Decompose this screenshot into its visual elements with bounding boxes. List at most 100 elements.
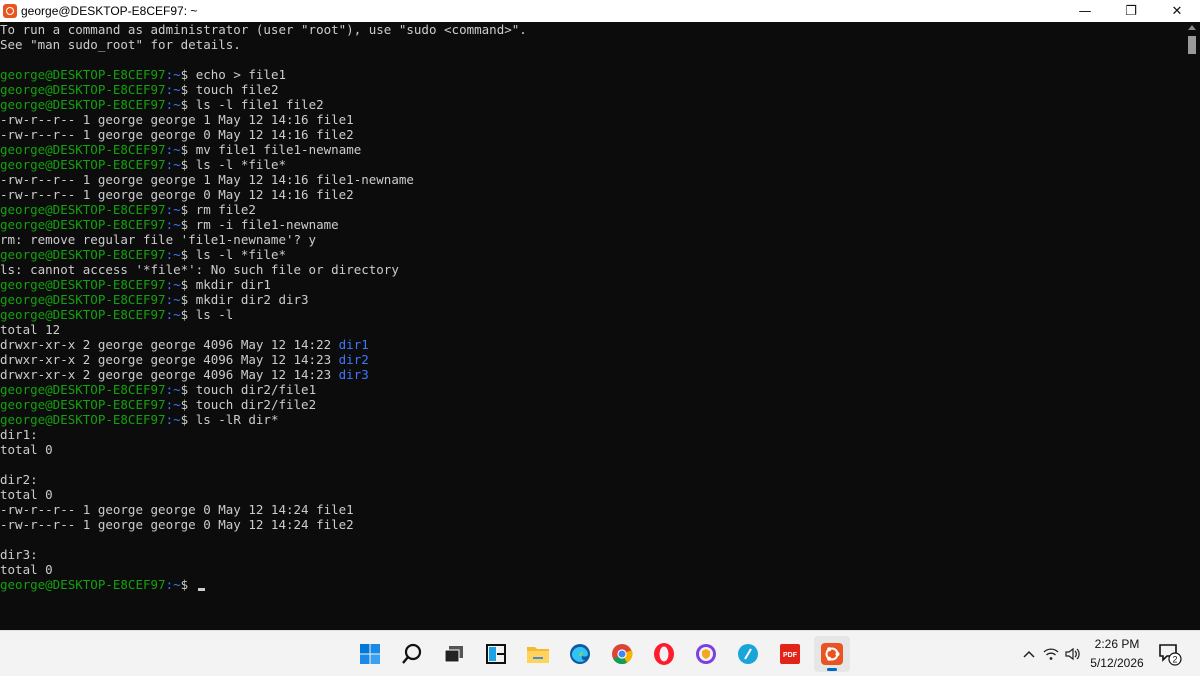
window-title-bar[interactable]: george@DESKTOP-E8CEF97: ~ — ❐ ✕ [0,0,1200,22]
pdf-button[interactable]: PDF [772,636,808,672]
prompt-path: :~ [165,397,181,412]
terminal-output-line: drwxr-xr-x 2 george george 4096 May 12 1… [0,367,527,382]
edge-button[interactable] [562,636,598,672]
pen-button[interactable] [730,636,766,672]
prompt-symbol: $ [180,202,196,217]
output-text: -rw-r--r-- 1 george george 0 May 12 14:1… [0,127,354,142]
prompt-user: george@DESKTOP-E8CEF97 [0,97,166,112]
pdf-icon: PDF [780,643,800,664]
terminal-command-line: george@DESKTOP-E8CEF97:~$ ls -l *file* [0,247,527,262]
maximize-button[interactable]: ❐ [1108,0,1154,22]
terminal-output-line: dir3: [0,547,527,562]
listing-text: drwxr-xr-x 2 george george 4096 May 12 1… [0,337,339,352]
shield-icon [696,643,716,664]
prompt-user: george@DESKTOP-E8CEF97 [0,67,166,82]
command-text: ls -lR dir* [195,412,279,427]
ubuntu-icon [3,4,17,18]
prompt-symbol: $ [180,412,196,427]
scroll-up-arrow-icon[interactable] [1188,25,1196,30]
terminal-command-line: george@DESKTOP-E8CEF97:~$ mkdir dir1 [0,277,527,292]
directory-name: dir2 [338,352,369,367]
taskbar-clock[interactable]: 2:26 PM 5/12/2026 [1085,635,1149,673]
terminal-output-line: drwxr-xr-x 2 george george 4096 May 12 1… [0,337,527,352]
output-text: See "man sudo_root" for details. [0,37,241,52]
prompt-user: george@DESKTOP-E8CEF97 [0,142,166,157]
terminal-output-line: total 0 [0,487,527,502]
close-button[interactable]: ✕ [1154,0,1200,22]
chrome-button[interactable] [604,636,640,672]
terminal-output-line: rm: remove regular file 'file1-newname'?… [0,232,527,247]
directory-name: dir1 [338,337,369,352]
prompt-user: george@DESKTOP-E8CEF97 [0,412,166,427]
search-button[interactable] [394,636,430,672]
output-text: ls: cannot access '*file*': No such file… [0,262,399,277]
chevron-up-icon[interactable] [1018,642,1040,666]
prompt-symbol: $ [180,292,196,307]
minimize-button[interactable]: — [1062,0,1108,22]
prompt-user: george@DESKTOP-E8CEF97 [0,157,166,172]
terminal-output-line: -rw-r--r-- 1 george george 0 May 12 14:1… [0,187,527,202]
prompt-path: :~ [165,142,181,157]
prompt-path: :~ [165,247,181,262]
command-text: ls -l file1 file2 [195,97,324,112]
prompt-symbol: $ [180,397,196,412]
terminal-command-line: george@DESKTOP-E8CEF97:~$ echo > file1 [0,67,527,82]
output-text: -rw-r--r-- 1 george george 0 May 12 14:1… [0,187,354,202]
terminal-scrollbar[interactable] [1184,22,1200,630]
widgets-icon [486,643,506,664]
widgets-button[interactable] [478,636,514,672]
terminal-output-line: dir1: [0,427,527,442]
volume-icon[interactable] [1062,642,1084,666]
prompt-path: :~ [165,157,181,172]
prompt-symbol: $ [180,97,196,112]
taskbar: PDF 2:26 PM 5/12/2026 2 [0,630,1200,676]
opera-button[interactable] [646,636,682,672]
terminal-output-line: dir2: [0,472,527,487]
listing-text: drwxr-xr-x 2 george george 4096 May 12 1… [0,367,339,382]
prompt-user: george@DESKTOP-E8CEF97 [0,307,166,322]
command-text: rm -i file1-newname [195,217,339,232]
output-text: total 0 [0,562,53,577]
chrome-icon [612,643,633,664]
terminal-output-line: -rw-r--r-- 1 george george 0 May 12 14:1… [0,127,527,142]
prompt-path: :~ [165,577,181,592]
clock-time: 2:26 PM [1094,637,1140,651]
command-text: mv file1 file1-newname [195,142,362,157]
prompt-path: :~ [165,382,181,397]
prompt-symbol: $ [180,82,196,97]
command-text: mkdir dir2 dir3 [195,292,309,307]
output-text: dir1: [0,427,38,442]
prompt-path: :~ [165,307,181,322]
output-text: total 0 [0,442,53,457]
prompt-user: george@DESKTOP-E8CEF97 [0,382,166,397]
terminal-command-line: george@DESKTOP-E8CEF97:~$ rm file2 [0,202,527,217]
pen-icon [738,643,758,664]
output-text: -rw-r--r-- 1 george george 0 May 12 14:2… [0,502,354,517]
scrollbar-thumb[interactable] [1188,36,1196,54]
command-text: mkdir dir1 [195,277,271,292]
ubuntu-button[interactable] [814,635,850,672]
notification-icon: 2 [1159,644,1182,666]
prompt-user: george@DESKTOP-E8CEF97 [0,397,166,412]
prompt-path: :~ [165,67,181,82]
terminal-output[interactable]: To run a command as administrator (user … [0,22,1184,630]
prompt-symbol: $ [180,142,196,157]
prompt-symbol: $ [180,307,196,322]
prompt-path: :~ [165,277,181,292]
task-view-button[interactable] [436,636,472,672]
wifi-icon[interactable] [1040,642,1062,666]
file-explorer-button[interactable] [520,636,556,672]
terminal-command-line: george@DESKTOP-E8CEF97:~$ ls -lR dir* [0,412,527,427]
vpn-button[interactable] [688,636,724,672]
command-text: rm file2 [195,202,256,217]
terminal-output-line: -rw-r--r-- 1 george george 0 May 12 14:2… [0,517,527,532]
windows-icon [360,643,380,664]
prompt-path: :~ [165,97,181,112]
command-text: touch file2 [195,82,279,97]
prompt-symbol: $ [180,157,196,172]
notification-center-button[interactable]: 2 [1158,642,1182,666]
start-button[interactable] [352,636,388,672]
prompt-user: george@DESKTOP-E8CEF97 [0,82,166,97]
